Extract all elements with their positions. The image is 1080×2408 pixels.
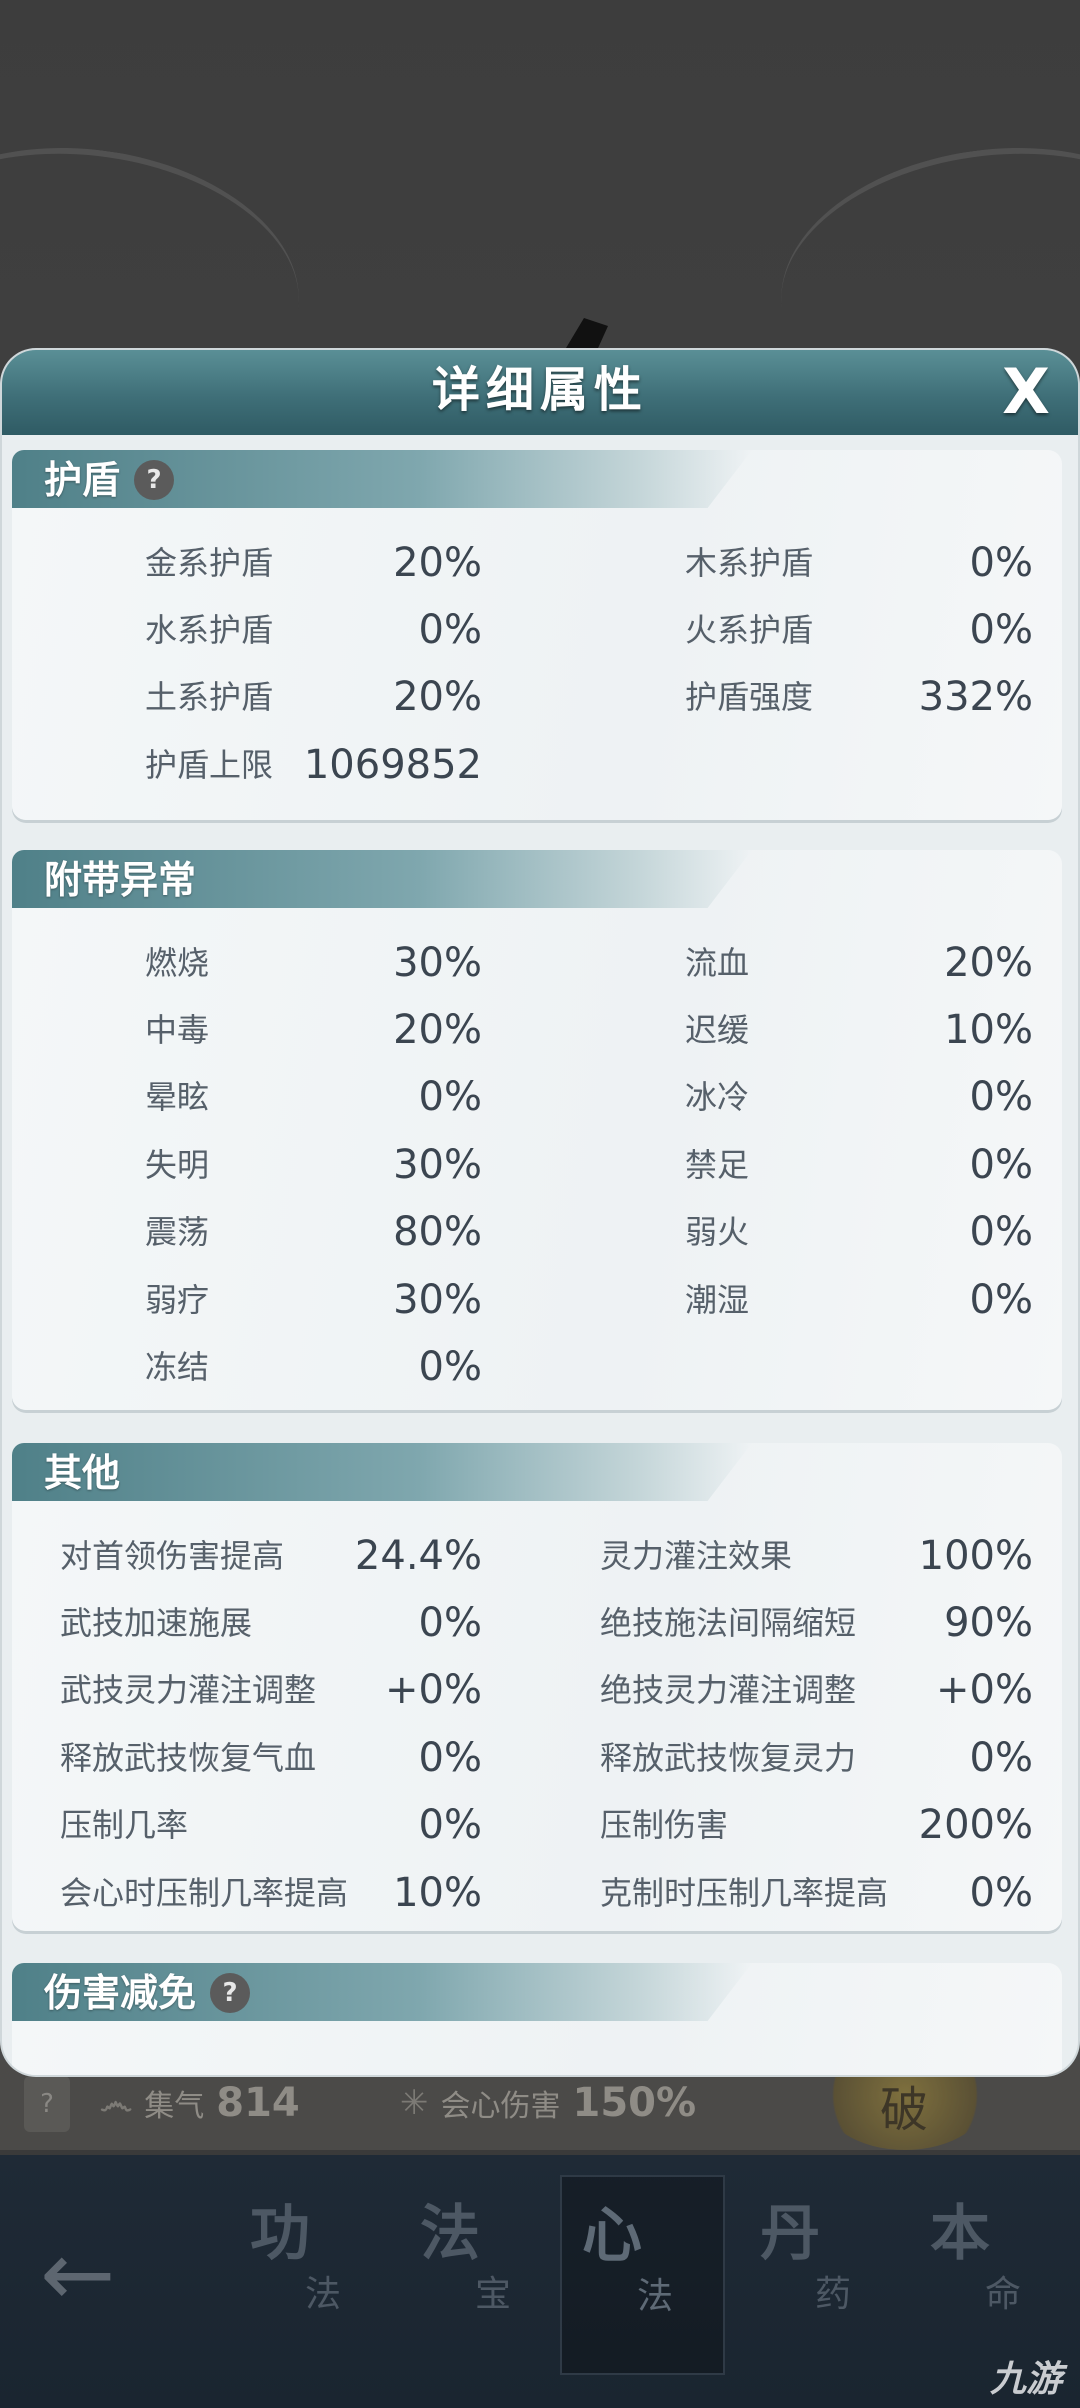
stat-skill-haste: 武技加速施展 0%: [60, 1600, 482, 1646]
nav-tab-danyao[interactable]: 丹 药: [740, 2175, 905, 2375]
section-title: 其他: [44, 1451, 121, 1495]
section-status-effects: 附带异常 燃烧 30% 流血 20% 中毒 20% 迟缓 10% 晕眩 0% 冰…: [12, 850, 1062, 1410]
stat-suppress-damage: 压制伤害 200%: [600, 1802, 1033, 1848]
attributes-modal: 详细属性 X 护盾 ? 金系护盾 20% 木系护盾 0% 水系护盾 0% 火系护…: [2, 350, 1078, 2075]
section-title: 伤害减免 ?: [44, 1967, 251, 2019]
help-icon[interactable]: ?: [210, 1973, 251, 2013]
stat-earth-shield: 土系护盾 20%: [145, 674, 482, 720]
stat-root: 禁足 0%: [685, 1142, 1033, 1188]
stat-freeze: 冻结 0%: [145, 1344, 482, 1390]
stat-weak-heal: 弱疗 30%: [145, 1277, 482, 1323]
stat-infusion-effect: 灵力灌注效果 100%: [600, 1533, 1033, 1579]
section-header: [12, 1443, 752, 1501]
stat-shock: 震荡 80%: [145, 1209, 482, 1255]
section-shield: 护盾 ? 金系护盾 20% 木系护盾 0% 水系护盾 0% 火系护盾 0% 土系…: [12, 450, 1062, 820]
stat-water-shield: 水系护盾 0%: [145, 607, 482, 653]
stat-metal-shield: 金系护盾 20%: [145, 540, 482, 586]
nav-tab-fabao[interactable]: 法 宝: [400, 2175, 565, 2375]
background-help-icon: ?: [24, 2076, 70, 2132]
section-title: 附带异常: [44, 858, 197, 902]
stat-shield-cap: 护盾上限 1069852: [145, 742, 482, 788]
back-arrow-icon[interactable]: ←: [40, 2215, 140, 2335]
nav-tab-gongfa[interactable]: 功 法: [230, 2175, 395, 2375]
stat-bleed: 流血 20%: [685, 940, 1033, 986]
background-stat-charge: ෴ 集气 814: [100, 2080, 300, 2126]
swirl-icon: ෴: [100, 2083, 133, 2123]
stat-skill-infusion-adjust: 武技灵力灌注调整 +0%: [60, 1667, 482, 1713]
stat-poison: 中毒 20%: [145, 1007, 482, 1053]
section-damage-reduction: 伤害减免 ?: [12, 1963, 1062, 2075]
stat-crit-suppress-chance: 会心时压制几率提高 10%: [60, 1870, 482, 1916]
stat-boss-damage: 对首领伤害提高 24.4%: [60, 1533, 482, 1579]
stat-fire-shield: 火系护盾 0%: [685, 607, 1033, 653]
help-icon[interactable]: ?: [134, 460, 175, 500]
stat-shield-strength: 护盾强度 332%: [685, 674, 1033, 720]
stat-chill: 冰冷 0%: [685, 1074, 1033, 1120]
stat-ult-cooldown: 绝技施法间隔缩短 90%: [600, 1600, 1033, 1646]
section-other: 其他 对首领伤害提高 24.4% 灵力灌注效果 100% 武技加速施展 0% 绝…: [12, 1443, 1062, 1931]
stat-skill-heal-mp: 释放武技恢复灵力 0%: [600, 1735, 1033, 1781]
nav-tab-xinfa[interactable]: 心 法: [560, 2175, 725, 2375]
modal-title: 详细属性: [431, 362, 648, 418]
stat-counter-suppress-chance: 克制时压制几率提高 0%: [600, 1870, 1033, 1916]
stat-damp: 潮湿 0%: [685, 1277, 1033, 1323]
background-stat-crit: ✳ 会心伤害 150%: [400, 2080, 697, 2126]
stat-ult-infusion-adjust: 绝技灵力灌注调整 +0%: [600, 1667, 1033, 1713]
watermark: 九游: [990, 2359, 1063, 2400]
nav-tab-benming[interactable]: 本 命: [910, 2175, 1075, 2375]
stat-slow: 迟缓 10%: [685, 1007, 1033, 1053]
stat-blind: 失明 30%: [145, 1142, 482, 1188]
stat-dizzy: 晕眩 0%: [145, 1074, 482, 1120]
stat-burn: 燃烧 30%: [145, 940, 482, 986]
stat-weak-fire: 弱火 0%: [685, 1209, 1033, 1255]
stat-wood-shield: 木系护盾 0%: [685, 540, 1033, 586]
bottom-nav: ← 功 法 法 宝 心 法 丹 药 本 命: [0, 2155, 1080, 2408]
close-button[interactable]: X: [992, 358, 1060, 426]
stat-skill-heal-hp: 释放武技恢复气血 0%: [60, 1735, 482, 1781]
spark-icon: ✳: [400, 2083, 429, 2123]
stat-suppress-chance: 压制几率 0%: [60, 1802, 482, 1848]
section-title: 护盾 ?: [44, 454, 175, 506]
